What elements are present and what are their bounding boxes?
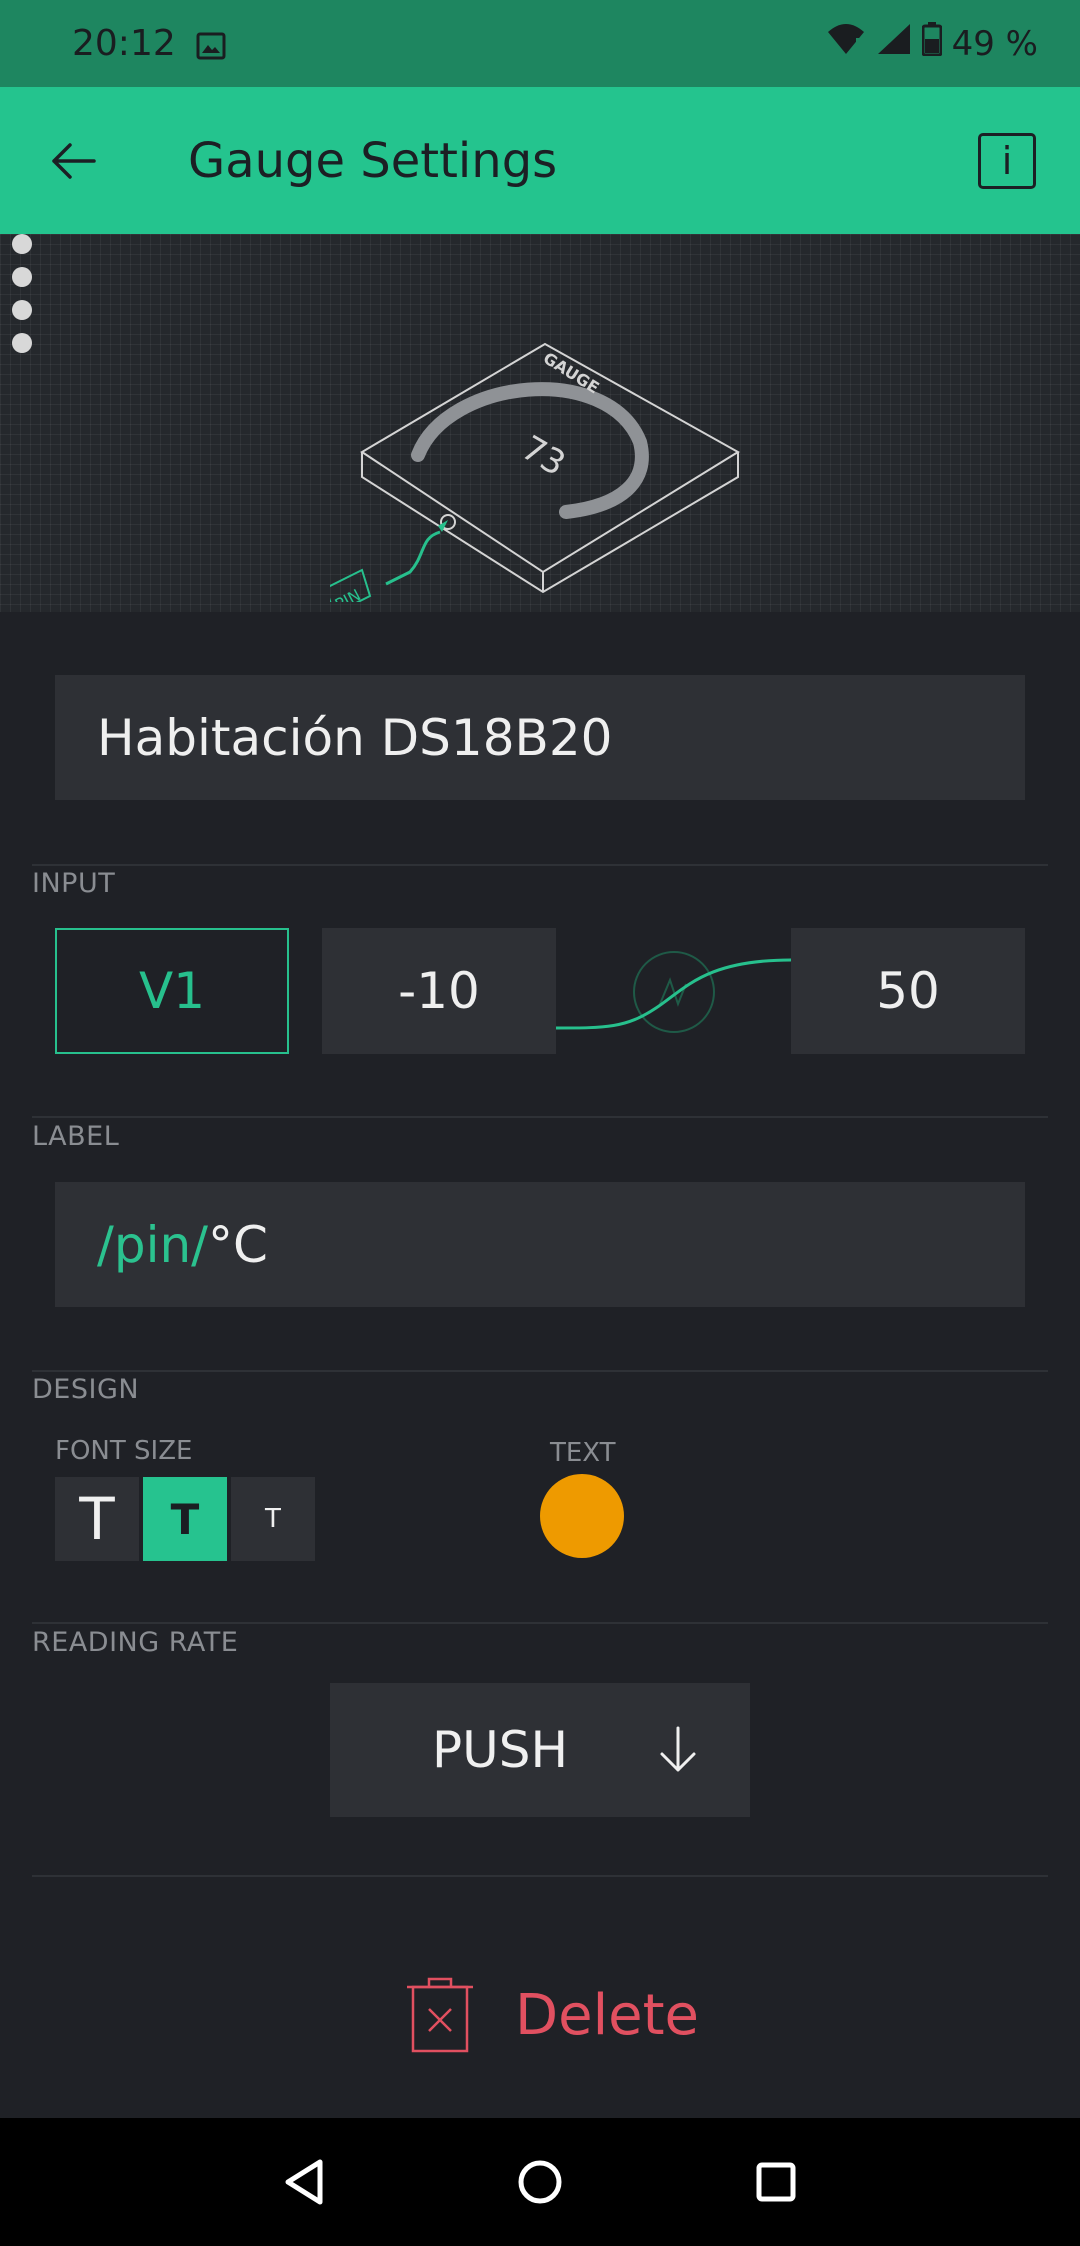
recents-square-icon[interactable]: [746, 2152, 806, 2212]
gauge-illustration: 73 GAUGE PIN: [330, 342, 740, 602]
divider: [32, 1116, 1048, 1118]
font-size-medium-button[interactable]: T: [143, 1477, 227, 1561]
wifi-icon: [826, 22, 866, 65]
mapping-curve-icon: [556, 951, 791, 1033]
home-circle-icon[interactable]: [510, 2152, 570, 2212]
battery-percentage: 49 %: [951, 23, 1038, 64]
label-pin-token: /pin/: [97, 1215, 209, 1274]
widget-name-value: Habitación DS18B20: [97, 708, 613, 767]
text-color-label: TEXT: [550, 1438, 616, 1468]
page-title: Gauge Settings: [188, 132, 558, 189]
system-nav-bar: [0, 2118, 1080, 2246]
info-button[interactable]: i: [978, 132, 1036, 189]
reading-rate-value: PUSH: [432, 1721, 569, 1779]
back-button[interactable]: [34, 121, 114, 201]
divider: [32, 864, 1048, 866]
arrow-down-icon: [658, 1726, 698, 1774]
divider: [32, 1370, 1048, 1372]
gauge-value-text: 73: [515, 428, 572, 484]
max-value: 50: [876, 962, 940, 1020]
info-icon: i: [1001, 138, 1013, 183]
signal-icon: [876, 22, 912, 65]
trash-icon: [407, 1977, 473, 2053]
delete-button[interactable]: Delete: [405, 1965, 699, 2065]
min-value: -10: [398, 962, 480, 1020]
font-size-small-button[interactable]: T: [231, 1477, 315, 1561]
label-suffix: °C: [208, 1215, 268, 1274]
pin-tag-text: PIN: [332, 585, 364, 602]
min-value-input[interactable]: -10: [322, 928, 556, 1054]
divider: [32, 1875, 1048, 1877]
section-title-label: LABEL: [32, 1121, 120, 1152]
gallery-icon: [196, 29, 226, 59]
pin-select-button[interactable]: V1: [55, 928, 289, 1054]
status-bar: 20:12 49 %: [0, 0, 1080, 87]
max-value-input[interactable]: 50: [791, 928, 1025, 1054]
text-color-swatch[interactable]: [540, 1474, 624, 1558]
app-bar: Gauge Settings i: [0, 87, 1080, 234]
reading-rate-dropdown[interactable]: PUSH: [330, 1683, 750, 1817]
battery-icon: [921, 22, 943, 65]
drag-handle-icon[interactable]: [12, 234, 32, 366]
section-title-input: INPUT: [32, 868, 116, 899]
section-title-design: DESIGN: [32, 1374, 140, 1405]
label-input[interactable]: /pin/°C: [55, 1182, 1025, 1307]
widget-preview: 73 GAUGE PIN: [0, 234, 1080, 612]
arrow-left-icon: [52, 142, 96, 179]
divider: [32, 1622, 1048, 1624]
font-size-label: FONT SIZE: [55, 1436, 193, 1466]
font-size-selector: T T T: [55, 1477, 319, 1561]
delete-label: Delete: [515, 1982, 699, 2048]
section-title-reading-rate: READING RATE: [32, 1627, 239, 1658]
status-time: 20:12: [72, 23, 176, 64]
back-triangle-icon[interactable]: [274, 2152, 334, 2212]
font-size-large-button[interactable]: T: [55, 1477, 139, 1561]
pin-value: V1: [138, 962, 205, 1020]
widget-name-input[interactable]: Habitación DS18B20: [55, 675, 1025, 800]
